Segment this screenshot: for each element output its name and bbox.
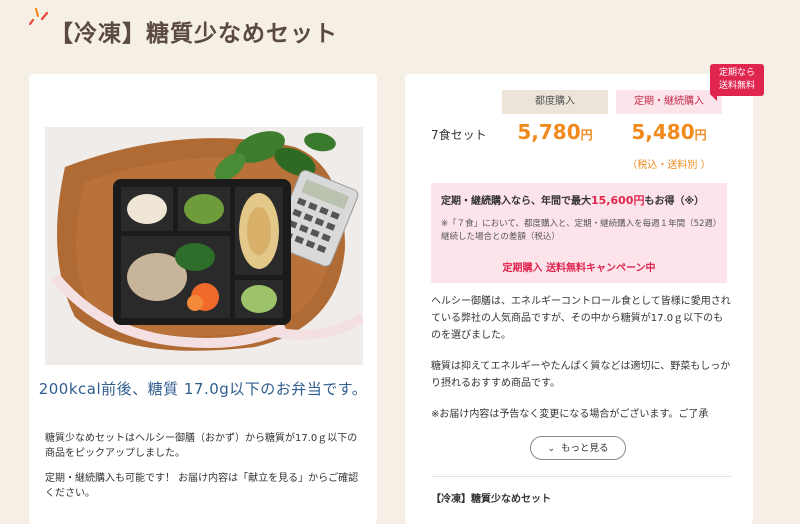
one-time-price-value: 5,780 [517,120,581,144]
ribbon-line-1: 定期なら [718,68,755,78]
sparkle-icon [29,7,49,26]
ribbon-line-2: 送料無料 [718,81,755,91]
currency-label: 円 [580,128,593,142]
savings-footnote: ※「７食」において、都度購入と、定期・継続購入を毎週１年間（52週）継続した場合… [441,219,718,242]
savings-suffix: もお得（※） [644,196,705,207]
product-image-card: 200kcal前後、糖質 17.0g以下のお弁当です。 糖質少なめセットはヘルシ… [29,74,377,524]
subscription-price-value: 5,480 [631,120,695,144]
savings-headline: 定期・継続購入なら、年間で最大15,600円もお得（※） [441,192,704,208]
product-name-heading: 【冷凍】糖質少なめセット [431,494,551,505]
bento-illustration [45,127,363,365]
pricing-card: 都度購入 定期・継続購入 定期なら 送料無料 7食セット 5,780円 5,48… [405,64,764,524]
product-body-paragraph-1: ヘルシー御膳は、エネルギーコントロール食として皆様に愛用されている弊社の人気商品… [431,296,731,341]
one-time-price: 5,780円 [502,120,608,144]
show-more-button[interactable]: ⌄ もっと見る [530,436,626,460]
savings-amount: 15,600円 [591,194,645,207]
subscription-price: 5,480円 [616,120,722,144]
show-more-label: もっと見る [561,443,609,454]
subscription-note: 定期・継続購入も可能です！ お届け内容は「献立を見る」からご確認ください。 [45,473,359,499]
product-tagline: 200kcal前後、糖質 17.0g以下のお弁当です。 [38,380,368,398]
divider [431,476,731,477]
free-shipping-ribbon: 定期なら 送料無料 [710,64,764,96]
savings-promo-box: 定期・継続購入なら、年間で最大15,600円もお得（※） ※「７食」において、都… [431,183,727,283]
subscription-purchase-header: 定期・継続購入 [616,90,722,114]
chevron-down-icon: ⌄ [547,444,556,454]
savings-prefix: 定期・継続購入なら、年間で最大 [441,196,591,207]
product-body-paragraph-2: 糖質は抑えてエネルギーやたんぱく質などは適切に、野菜もしっかり摂れるおすすめ商品… [431,361,731,389]
set-size-label: 7食セット [431,128,487,142]
one-time-purchase-header: 都度購入 [502,90,608,114]
product-description: 糖質少なめセットはヘルシー御膳（おかず）から糖質が17.0ｇ以下の商品をピックア… [45,433,358,459]
page-title: 【冷凍】糖質少なめセット [50,21,338,47]
tax-note: （税込・送料別 ） [627,160,711,171]
product-photo[interactable] [45,127,363,365]
currency-label: 円 [694,128,707,142]
product-body-paragraph-3: ※お届け内容は予告なく変更になる場合がございます。ご了承 [431,409,709,420]
campaign-label: 定期購入 送料無料キャンペーン中 [502,263,656,274]
